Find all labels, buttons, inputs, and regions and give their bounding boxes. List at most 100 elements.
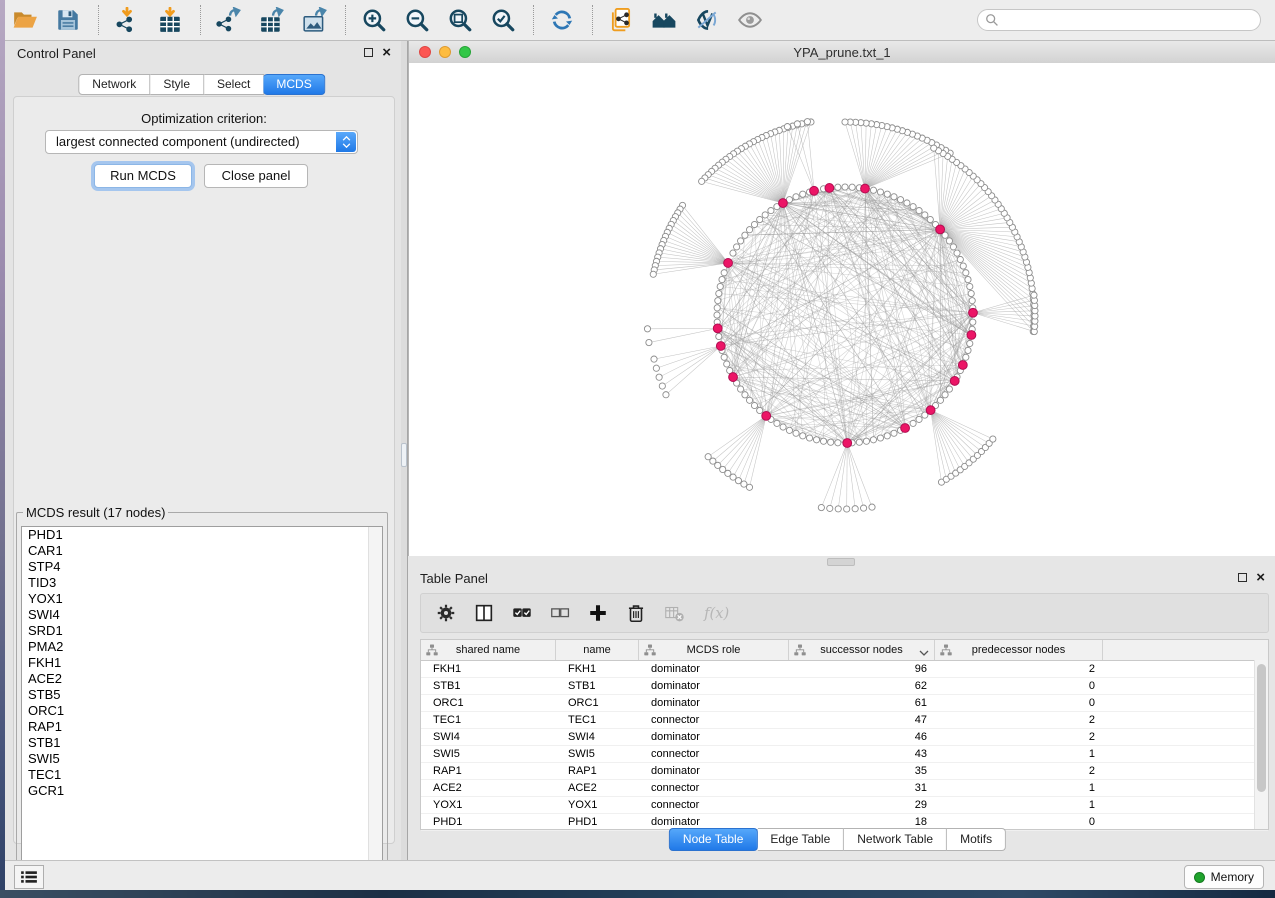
network-node[interactable] xyxy=(937,397,943,403)
mcds-result-item[interactable]: PHD1 xyxy=(22,527,382,543)
zoom-out-icon[interactable] xyxy=(404,7,430,33)
network-node[interactable] xyxy=(762,212,768,218)
network-node[interactable] xyxy=(738,386,744,392)
network-leaf-node[interactable] xyxy=(646,339,652,345)
open-icon[interactable] xyxy=(12,7,38,33)
mcds-result-item[interactable]: YOX1 xyxy=(22,591,382,607)
network-node[interactable] xyxy=(910,204,916,210)
mcds-hub-node[interactable] xyxy=(958,361,967,370)
style-preview-icon[interactable] xyxy=(694,7,720,33)
network-node[interactable] xyxy=(957,256,963,262)
mcds-result-item[interactable]: TID3 xyxy=(22,575,382,591)
network-node[interactable] xyxy=(967,340,973,346)
save-icon[interactable] xyxy=(55,7,81,33)
table-scrollbar[interactable] xyxy=(1254,660,1268,829)
network-node[interactable] xyxy=(968,290,974,296)
eye-icon[interactable] xyxy=(737,7,763,33)
network-leaf-node[interactable] xyxy=(653,365,659,371)
network-node[interactable] xyxy=(842,184,848,190)
network-node[interactable] xyxy=(942,392,948,398)
network-file-icon[interactable] xyxy=(608,7,634,33)
network-node[interactable] xyxy=(800,191,806,197)
network-node[interactable] xyxy=(721,354,727,360)
mcds-hub-node[interactable] xyxy=(901,424,910,433)
refresh-icon[interactable] xyxy=(549,7,575,33)
mcds-result-item[interactable]: SWI5 xyxy=(22,751,382,767)
mcds-hub-node[interactable] xyxy=(729,373,738,382)
float-table-panel-icon[interactable] xyxy=(1238,573,1247,582)
network-leaf-node[interactable] xyxy=(650,271,656,277)
network-node[interactable] xyxy=(716,333,722,339)
network-leaf-node[interactable] xyxy=(842,119,848,125)
table-row[interactable]: ORC1ORC1dominator610 xyxy=(421,695,1268,712)
mcds-result-item[interactable]: STB1 xyxy=(22,735,382,751)
network-node[interactable] xyxy=(724,361,730,367)
mcds-hub-node[interactable] xyxy=(950,377,959,386)
mcds-hub-node[interactable] xyxy=(762,411,771,420)
network-leaf-node[interactable] xyxy=(651,356,657,362)
mcds-hub-node[interactable] xyxy=(713,324,722,333)
mcds-hub-node[interactable] xyxy=(825,184,834,193)
close-table-panel-icon[interactable]: × xyxy=(1256,572,1265,583)
mcds-hub-node[interactable] xyxy=(861,184,870,193)
mcds-hub-node[interactable] xyxy=(936,225,945,234)
network-node[interactable] xyxy=(835,440,841,446)
network-node[interactable] xyxy=(897,197,903,203)
network-leaf-node[interactable] xyxy=(794,121,800,127)
tab-node-table[interactable]: Node Table xyxy=(669,828,758,851)
export-network-icon[interactable] xyxy=(216,7,242,33)
table-row[interactable]: SWI5SWI5connector431 xyxy=(421,746,1268,763)
vertical-splitter[interactable] xyxy=(401,41,408,861)
network-node[interactable] xyxy=(910,420,916,426)
network-node[interactable] xyxy=(970,319,976,325)
select-all-icon[interactable] xyxy=(511,602,533,624)
select-stepper-icon[interactable] xyxy=(336,132,356,152)
network-node[interactable] xyxy=(916,416,922,422)
network-node[interactable] xyxy=(884,433,890,439)
task-history-button[interactable] xyxy=(14,865,44,889)
mcds-result-item[interactable]: STB5 xyxy=(22,687,382,703)
mcds-hub-node[interactable] xyxy=(779,199,788,208)
table-row[interactable]: SWI4SWI4dominator462 xyxy=(421,729,1268,746)
network-node[interactable] xyxy=(967,283,973,289)
network-node[interactable] xyxy=(793,430,799,436)
network-node[interactable] xyxy=(721,270,727,276)
network-node[interactable] xyxy=(746,227,752,233)
criterion-select[interactable]: largest connected component (undirected) xyxy=(45,130,358,154)
network-node[interactable] xyxy=(813,437,819,443)
network-node[interactable] xyxy=(891,430,897,436)
network-leaf-node[interactable] xyxy=(659,383,665,389)
mcds-hub-node[interactable] xyxy=(843,439,852,448)
export-image-icon[interactable] xyxy=(302,7,328,33)
network-node[interactable] xyxy=(965,276,971,282)
zoom-selected-icon[interactable] xyxy=(490,7,516,33)
mcds-result-item[interactable]: SWI4 xyxy=(22,607,382,623)
network-node[interactable] xyxy=(835,184,841,190)
network-node[interactable] xyxy=(757,216,763,222)
network-node[interactable] xyxy=(715,298,721,304)
network-node[interactable] xyxy=(963,354,969,360)
network-node[interactable] xyxy=(916,208,922,214)
splitter-handle[interactable] xyxy=(401,443,407,467)
network-titlebar[interactable]: YPA_prune.txt_1 xyxy=(409,41,1275,64)
chevron-down-icon[interactable] xyxy=(919,647,929,653)
network-node[interactable] xyxy=(734,244,740,250)
network-node[interactable] xyxy=(714,305,720,311)
network-leaf-node[interactable] xyxy=(852,506,858,512)
tab-select[interactable]: Select xyxy=(204,74,264,95)
export-table-icon[interactable] xyxy=(259,7,285,33)
zoom-in-icon[interactable] xyxy=(361,7,387,33)
zoom-fit-icon[interactable] xyxy=(447,7,473,33)
search-box[interactable] xyxy=(977,9,1261,31)
add-icon[interactable] xyxy=(587,602,609,624)
network-node[interactable] xyxy=(714,312,720,318)
column-header-shared-name[interactable]: shared name xyxy=(421,640,556,660)
tab-edge-table[interactable]: Edge Table xyxy=(757,828,844,851)
tab-mcds[interactable]: MCDS xyxy=(263,74,325,95)
network-leaf-node[interactable] xyxy=(844,506,850,512)
network-node[interactable] xyxy=(742,232,748,238)
table-row[interactable]: STB1STB1dominator620 xyxy=(421,678,1268,695)
network-node[interactable] xyxy=(738,238,744,244)
column-header-MCDS-role[interactable]: MCDS role xyxy=(639,640,789,660)
mcds-result-item[interactable]: TEC1 xyxy=(22,767,382,783)
